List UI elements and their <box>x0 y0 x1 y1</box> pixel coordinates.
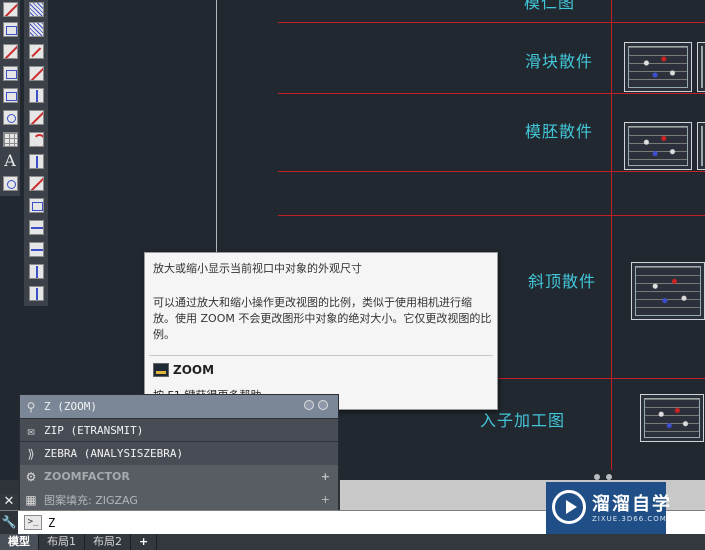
label-lifter-parts: 斜顶散件 <box>528 272 597 291</box>
frame-line <box>278 22 705 23</box>
command-prompt-icon[interactable]: >_ <box>24 515 42 530</box>
layout-tabs: 模型 布局1 布局2 + <box>0 534 705 550</box>
drawing-thumbnail <box>624 42 692 92</box>
gear-icon: ⚙ <box>25 469 37 484</box>
autocomplete-item-label: ZIP (ETRANSMIT) <box>44 424 144 437</box>
text-tool-icon[interactable]: A <box>1 152 19 170</box>
watermark-url: ZIXUE.3D66.COM <box>592 515 667 523</box>
arc-length-icon[interactable] <box>27 86 45 104</box>
label-mold-core: 模仁图 <box>524 0 576 12</box>
angular-dimension-icon[interactable] <box>27 174 45 192</box>
zoom-command-icon <box>153 363 169 377</box>
dimension-toolbar <box>24 0 48 306</box>
linear-dimension-icon[interactable] <box>27 64 45 82</box>
drawing-thumbnail <box>631 262 705 320</box>
baseline-dimension-icon[interactable] <box>27 218 45 236</box>
autocomplete-group-hatch[interactable]: ▦ 图案填充: ZIGZAG + <box>20 488 338 511</box>
info-icon[interactable] <box>304 400 314 410</box>
tolerance-icon[interactable] <box>27 262 45 280</box>
frame-line <box>278 171 705 172</box>
tooltip-command-name: ZOOM <box>173 363 215 377</box>
drawing-thumbnail <box>640 394 704 442</box>
frame-line <box>278 215 705 216</box>
rectangle-tool-icon[interactable] <box>1 64 19 82</box>
viewport-edge-line <box>216 0 217 252</box>
label-mold-blank-parts: 模胚散件 <box>525 122 594 141</box>
hatch-tool-icon[interactable] <box>27 20 45 38</box>
command-autocomplete-list: ⚲ Z (ZOOM) ✉ ZIP (ETRANSMIT) ⟫ ZEBRA (AN… <box>19 394 339 511</box>
expand-icon[interactable]: + <box>321 470 330 483</box>
zoom-tooltip: 放大或缩小显示当前视口中对象的外观尺寸 可以通过放大和缩小操作更改视图的比例，类… <box>144 252 498 410</box>
autocomplete-group-zoomfactor[interactable]: ⚙ ZOOMFACTOR + <box>20 465 338 488</box>
drawing-thumbnail <box>697 42 705 92</box>
tab-model[interactable]: 模型 <box>0 534 39 550</box>
expand-icon[interactable]: + <box>321 493 330 506</box>
close-icon[interactable]: ✕ <box>0 494 18 510</box>
drawing-thumbnail <box>697 122 705 170</box>
polyline-tool-icon[interactable] <box>1 0 19 18</box>
center-mark-icon[interactable] <box>27 284 45 302</box>
search-icon[interactable] <box>318 400 328 410</box>
watermark: 溜溜自学 ZIXUE.3D66.COM <box>546 482 670 534</box>
frame-line <box>494 378 705 379</box>
autocomplete-group-label: ZOOMFACTOR <box>44 470 130 483</box>
autocomplete-item-zoom[interactable]: ⚲ Z (ZOOM) <box>20 395 338 418</box>
hatch-icon: ▦ <box>25 492 37 507</box>
item-controls <box>304 400 328 410</box>
zoom-icon: ⚲ <box>26 399 36 414</box>
tooltip-divider <box>149 355 493 356</box>
region-tool-icon[interactable] <box>1 86 19 104</box>
autocomplete-item-etransmit[interactable]: ✉ ZIP (ETRANSMIT) <box>20 419 338 442</box>
zebra-icon: ⟫ <box>27 446 35 461</box>
construction-line-tool-icon[interactable] <box>1 42 19 60</box>
wrench-icon[interactable]: 🔧 <box>0 511 18 534</box>
tab-layout1[interactable]: 布局1 <box>39 534 85 550</box>
insert-block-tool-icon[interactable] <box>1 174 19 192</box>
autocomplete-item-label: Z (ZOOM) <box>44 400 97 413</box>
autocomplete-item-label: ZEBRA (ANALYSISZEBRA) <box>44 447 184 460</box>
table-tool-icon[interactable] <box>1 130 19 148</box>
draw-toolbar: A <box>0 0 20 196</box>
label-insert-drawing: 入子加工图 <box>480 411 566 430</box>
frame-line <box>278 93 705 94</box>
tooltip-title: 放大或缩小显示当前视口中对象的外观尺寸 <box>153 262 362 275</box>
point-tool-icon[interactable] <box>27 0 45 18</box>
label-slider-parts: 滑块散件 <box>525 52 594 71</box>
add-layout-button[interactable]: + <box>131 534 158 550</box>
tooltip-description: 可以通过放大和缩小操作更改视图的比例，类似于使用相机进行缩放。使用 ZOOM 不… <box>153 296 492 341</box>
tab-layout2[interactable]: 布局2 <box>85 534 131 550</box>
play-logo-icon <box>552 490 586 524</box>
diameter-dimension-icon[interactable] <box>27 152 45 170</box>
quick-dimension-icon[interactable] <box>27 196 45 214</box>
autocomplete-item-zebra[interactable]: ⟫ ZEBRA (ANALYSISZEBRA) <box>20 442 338 465</box>
command-input[interactable] <box>48 514 538 531</box>
continue-dimension-icon[interactable] <box>27 240 45 258</box>
circle-tool-icon[interactable] <box>1 108 19 126</box>
aligned-dimension-icon[interactable] <box>27 42 45 60</box>
ordinate-dimension-icon[interactable] <box>27 108 45 126</box>
frame-divider <box>611 0 612 470</box>
watermark-name: 溜溜自学 <box>592 494 672 515</box>
autocad-window: A 模仁图 滑块散件 模胚散件 斜顶散件 入子加工图 放大或缩小显示当前视口中对… <box>0 0 705 550</box>
etransmit-icon: ✉ <box>27 423 35 438</box>
polygon-tool-icon[interactable] <box>1 20 19 38</box>
drawing-thumbnail <box>624 122 692 170</box>
radius-dimension-icon[interactable] <box>27 130 45 148</box>
autocomplete-group-label: 图案填充: ZIGZAG <box>44 493 138 507</box>
